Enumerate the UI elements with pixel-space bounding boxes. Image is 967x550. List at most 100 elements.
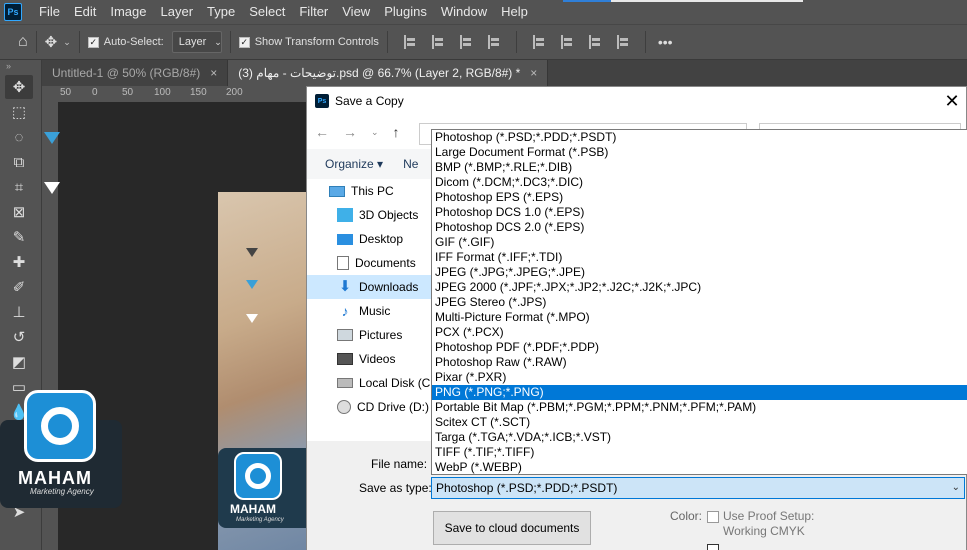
cube-icon [337, 208, 353, 222]
object-selection-tool-icon[interactable]: ⧉ [5, 150, 33, 174]
transform-controls-checkbox[interactable]: ✓ [238, 36, 250, 48]
nav-item-local-disk[interactable]: Local Disk (C: [307, 371, 435, 395]
brush-tool-icon[interactable]: ✐ [5, 275, 33, 299]
icc-profile-checkbox[interactable] [707, 544, 719, 550]
forward-arrow-icon[interactable]: → [343, 124, 357, 140]
menu-window[interactable]: Window [434, 0, 494, 24]
divider [515, 31, 517, 53]
menu-layer[interactable]: Layer [154, 0, 201, 24]
close-icon[interactable]: × [210, 60, 217, 86]
auto-select-label: Auto-Select: [103, 36, 164, 48]
marquee-tool-icon[interactable]: ⬚ [5, 100, 33, 124]
file-type-option[interactable]: JPEG Stereo (*.JPS) [432, 295, 967, 310]
use-proof-setup-checkbox[interactable] [707, 511, 719, 523]
align-top-icon[interactable] [532, 35, 545, 49]
panel-grip-icon[interactable]: » [0, 60, 41, 74]
lasso-tool-icon[interactable]: ◌ [5, 125, 33, 149]
align-right-icon[interactable] [459, 35, 472, 49]
menu-image[interactable]: Image [103, 0, 153, 24]
distribute-icon[interactable] [487, 35, 500, 49]
save-as-type-value: Photoshop (*.PSD;*.PDD;*.PSDT) [436, 481, 618, 495]
file-type-option[interactable]: Scitex CT (*.SCT) [432, 415, 967, 430]
nav-item-documents[interactable]: Documents [307, 251, 435, 275]
file-type-option[interactable]: Multi-Picture Format (*.MPO) [432, 310, 967, 325]
file-type-option[interactable]: Photoshop (*.PSD;*.PDD;*.PSDT) [432, 130, 967, 145]
menu-edit[interactable]: Edit [67, 0, 103, 24]
file-type-option[interactable]: BMP (*.BMP;*.RLE;*.DIB) [432, 160, 967, 175]
chevron-down-icon[interactable]: ⌄ [63, 37, 71, 48]
transform-controls-label: Show Transform Controls [254, 36, 379, 48]
home-icon[interactable]: ⌂ [18, 33, 28, 51]
file-type-option[interactable]: PNG (*.PNG;*.PNG) [432, 385, 967, 400]
move-tool-icon[interactable]: ✥ [5, 75, 33, 99]
menu-help[interactable]: Help [494, 0, 535, 24]
file-type-option[interactable]: JPEG (*.JPG;*.JPEG;*.JPE) [432, 265, 967, 280]
eraser-tool-icon[interactable]: ◩ [5, 350, 33, 374]
file-type-option[interactable]: Photoshop DCS 2.0 (*.EPS) [432, 220, 967, 235]
menu-view[interactable]: View [335, 0, 377, 24]
save-to-cloud-button[interactable]: Save to cloud documents [433, 511, 591, 545]
move-tool-icon[interactable]: ✥ [45, 33, 58, 51]
file-type-option[interactable]: Targa (*.TGA;*.VDA;*.ICB;*.VST) [432, 430, 967, 445]
new-folder-button[interactable]: Ne [403, 157, 418, 171]
chevron-down-icon[interactable]: ⌄ [371, 127, 379, 138]
nav-item-3d-objects[interactable]: 3D Objects [307, 203, 435, 227]
file-type-option[interactable]: Photoshop DCS 1.0 (*.EPS) [432, 205, 967, 220]
file-type-option[interactable]: Portable Bit Map (*.PBM;*.PGM;*.PPM;*.PN… [432, 400, 967, 415]
file-type-option[interactable]: GIF (*.GIF) [432, 235, 967, 250]
file-type-option[interactable]: Dicom (*.DCM;*.DC3;*.DIC) [432, 175, 967, 190]
guide-marker-icon [44, 132, 60, 144]
stamp-tool-icon[interactable]: ⊥ [5, 300, 33, 324]
nav-item-downloads[interactable]: ⬇ Downloads [307, 275, 435, 299]
up-arrow-icon[interactable]: ↑ [393, 124, 400, 140]
menu-type[interactable]: Type [200, 0, 242, 24]
eyedropper-tool-icon[interactable]: ✎ [5, 225, 33, 249]
tab-untitled-1[interactable]: Untitled-1 @ 50% (RGB/8#) × [42, 60, 229, 86]
healing-brush-tool-icon[interactable]: ✚ [5, 250, 33, 274]
more-options-icon[interactable]: ••• [658, 34, 673, 50]
music-note-icon: ♪ [341, 303, 349, 319]
nav-item-cd-drive[interactable]: CD Drive (D:) [307, 395, 435, 419]
menu-filter[interactable]: Filter [292, 0, 335, 24]
back-arrow-icon[interactable]: ← [315, 124, 329, 140]
file-type-option[interactable]: Photoshop Raw (*.RAW) [432, 355, 967, 370]
history-brush-tool-icon[interactable]: ↺ [5, 325, 33, 349]
align-center-icon[interactable] [431, 35, 444, 49]
brand-name: MAHAM [230, 502, 276, 516]
auto-select-checkbox[interactable]: ✓ [87, 36, 99, 48]
file-type-option[interactable]: PCX (*.PCX) [432, 325, 967, 340]
nav-item-desktop[interactable]: Desktop [307, 227, 435, 251]
frame-tool-icon[interactable]: ⊠ [5, 200, 33, 224]
distribute-vertical-icon[interactable] [616, 35, 629, 49]
close-icon[interactable]: ✕ [940, 89, 964, 113]
close-icon[interactable]: × [530, 60, 537, 86]
nav-item-label: This PC [351, 184, 394, 198]
menu-plugins[interactable]: Plugins [377, 0, 434, 24]
auto-select-dropdown[interactable]: Layer ⌄ [171, 31, 222, 53]
file-type-option[interactable]: WebP (*.WEBP) [432, 460, 967, 475]
nav-item-music[interactable]: ♪ Music [307, 299, 435, 323]
divider [78, 31, 80, 53]
file-type-option[interactable]: Pixar (*.PXR) [432, 370, 967, 385]
save-as-type-select[interactable]: Photoshop (*.PSD;*.PDD;*.PSDT) ⌄ [431, 477, 965, 499]
cd-icon [337, 400, 351, 414]
nav-item-videos[interactable]: Videos [307, 347, 435, 371]
file-type-option[interactable]: Photoshop EPS (*.EPS) [432, 190, 967, 205]
file-type-option[interactable]: IFF Format (*.IFF;*.TDI) [432, 250, 967, 265]
align-left-icon[interactable] [403, 35, 416, 49]
nav-item-this-pc[interactable]: This PC [307, 179, 435, 203]
organize-button[interactable]: Organize ▾ [325, 157, 383, 171]
file-type-option[interactable]: Photoshop PDF (*.PDF;*.PDP) [432, 340, 967, 355]
file-type-option[interactable]: TIFF (*.TIF;*.TIFF) [432, 445, 967, 460]
file-type-option[interactable]: Large Document Format (*.PSB) [432, 145, 967, 160]
align-middle-icon[interactable] [560, 35, 573, 49]
crop-tool-icon[interactable]: ⌗ [5, 175, 33, 199]
align-bottom-icon[interactable] [588, 35, 601, 49]
guide-marker-icon [44, 182, 60, 194]
file-type-option[interactable]: JPEG 2000 (*.JPF;*.JPX;*.JP2;*.J2C;*.J2K… [432, 280, 967, 295]
nav-item-pictures[interactable]: Pictures [307, 323, 435, 347]
menu-select[interactable]: Select [242, 0, 292, 24]
dialog-titlebar: Ps Save a Copy ✕ [307, 87, 966, 115]
menu-file[interactable]: File [32, 0, 67, 24]
tab-active-document[interactable]: (3) توضيحات - مهام.psd @ 66.7% (Layer 2,… [228, 60, 549, 86]
